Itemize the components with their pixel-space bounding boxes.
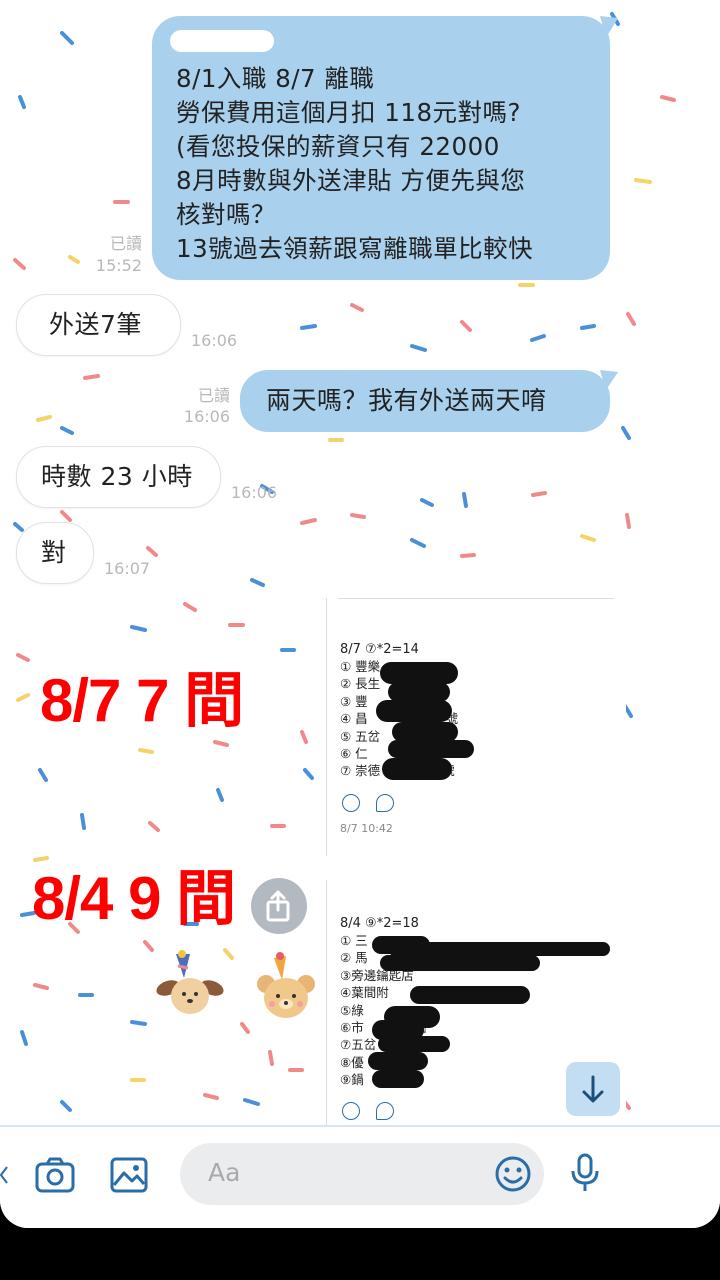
timestamp: 16:07 [104,559,151,578]
screenshot-header: 8/7 ⑦*2=14 [340,642,419,657]
incoming-message-2[interactable]: 時數 23 小時 [16,446,221,508]
redaction-mark [380,662,458,684]
input-placeholder: Aa [208,1158,241,1187]
scroll-to-bottom-button[interactable] [566,1062,620,1116]
bear-sticker [257,952,315,1018]
read-receipt: 已讀 [197,386,230,405]
message-input[interactable]: Aa [180,1143,544,1205]
redaction-mark [382,758,452,780]
share-button[interactable] [251,878,307,934]
arrow-down-icon [582,1075,604,1103]
outgoing-message-2[interactable]: 兩天嗎？我有外送兩天唷 [240,370,610,432]
timestamp: 16:06 [191,331,238,350]
message-input-bar: Aa [0,1125,720,1228]
microphone-icon[interactable] [569,1153,601,1193]
redaction-mark [388,740,474,758]
puppy-sticker [156,950,224,1014]
redaction-mark [378,1036,450,1052]
incoming-message-1[interactable]: 外送7筆 [16,294,181,356]
read-receipt: 已讀 [109,234,142,253]
chat-area[interactable]: 8/1入職 8/7 離職 勞保費用這個月扣 118元對嗎? (看您投保的薪資只有… [0,0,720,1125]
camera-icon[interactable] [35,1157,75,1193]
redaction-mark [392,722,458,742]
smile-icon [342,1102,360,1120]
phone-screen: 8/1入職 8/7 離職 勞保費用這個月扣 118元對嗎? (看您投保的薪資只有… [0,0,720,1228]
delivery-screenshot-1[interactable]: 8/7 ⑦*2=14 ① 豐樂 ② 長生 ③ 豐 ④ 昌 225 號 ⑤ 五岔 … [326,598,626,856]
redaction-mark [410,986,530,1004]
screenshot-header: 8/4 ⑨*2=18 [340,916,419,931]
comment-icon [376,794,394,812]
redaction-mark [368,1052,428,1070]
timestamp: 16:06 [183,407,230,426]
timestamp: 16:06 [231,483,278,502]
emoji-icon[interactable] [494,1155,532,1193]
bubble-tail [600,16,618,38]
redaction-mark [372,1070,424,1088]
smile-icon [342,794,360,812]
screenshot-time: 8/7 10:42 [340,822,393,835]
share-icon [266,890,290,922]
redacted-name [170,30,274,52]
timestamp: 15:52 [95,256,142,275]
redaction-mark [376,700,452,722]
image-icon[interactable] [110,1157,148,1193]
outgoing-message-1[interactable]: 8/1入職 8/7 離職 勞保費用這個月扣 118元對嗎? (看您投保的薪資只有… [152,16,610,280]
incoming-message-3[interactable]: 對 [16,522,94,584]
redaction-mark [380,955,540,971]
bubble-tail [600,370,618,390]
left-edge-arrow-icon [0,1166,8,1184]
comment-icon [376,1102,394,1120]
redaction-mark [388,942,610,956]
annotation-8-7: 8/7 7 間 [40,667,244,734]
redaction-mark [388,682,450,702]
annotation-8-4: 8/4 9 間 [32,865,236,932]
